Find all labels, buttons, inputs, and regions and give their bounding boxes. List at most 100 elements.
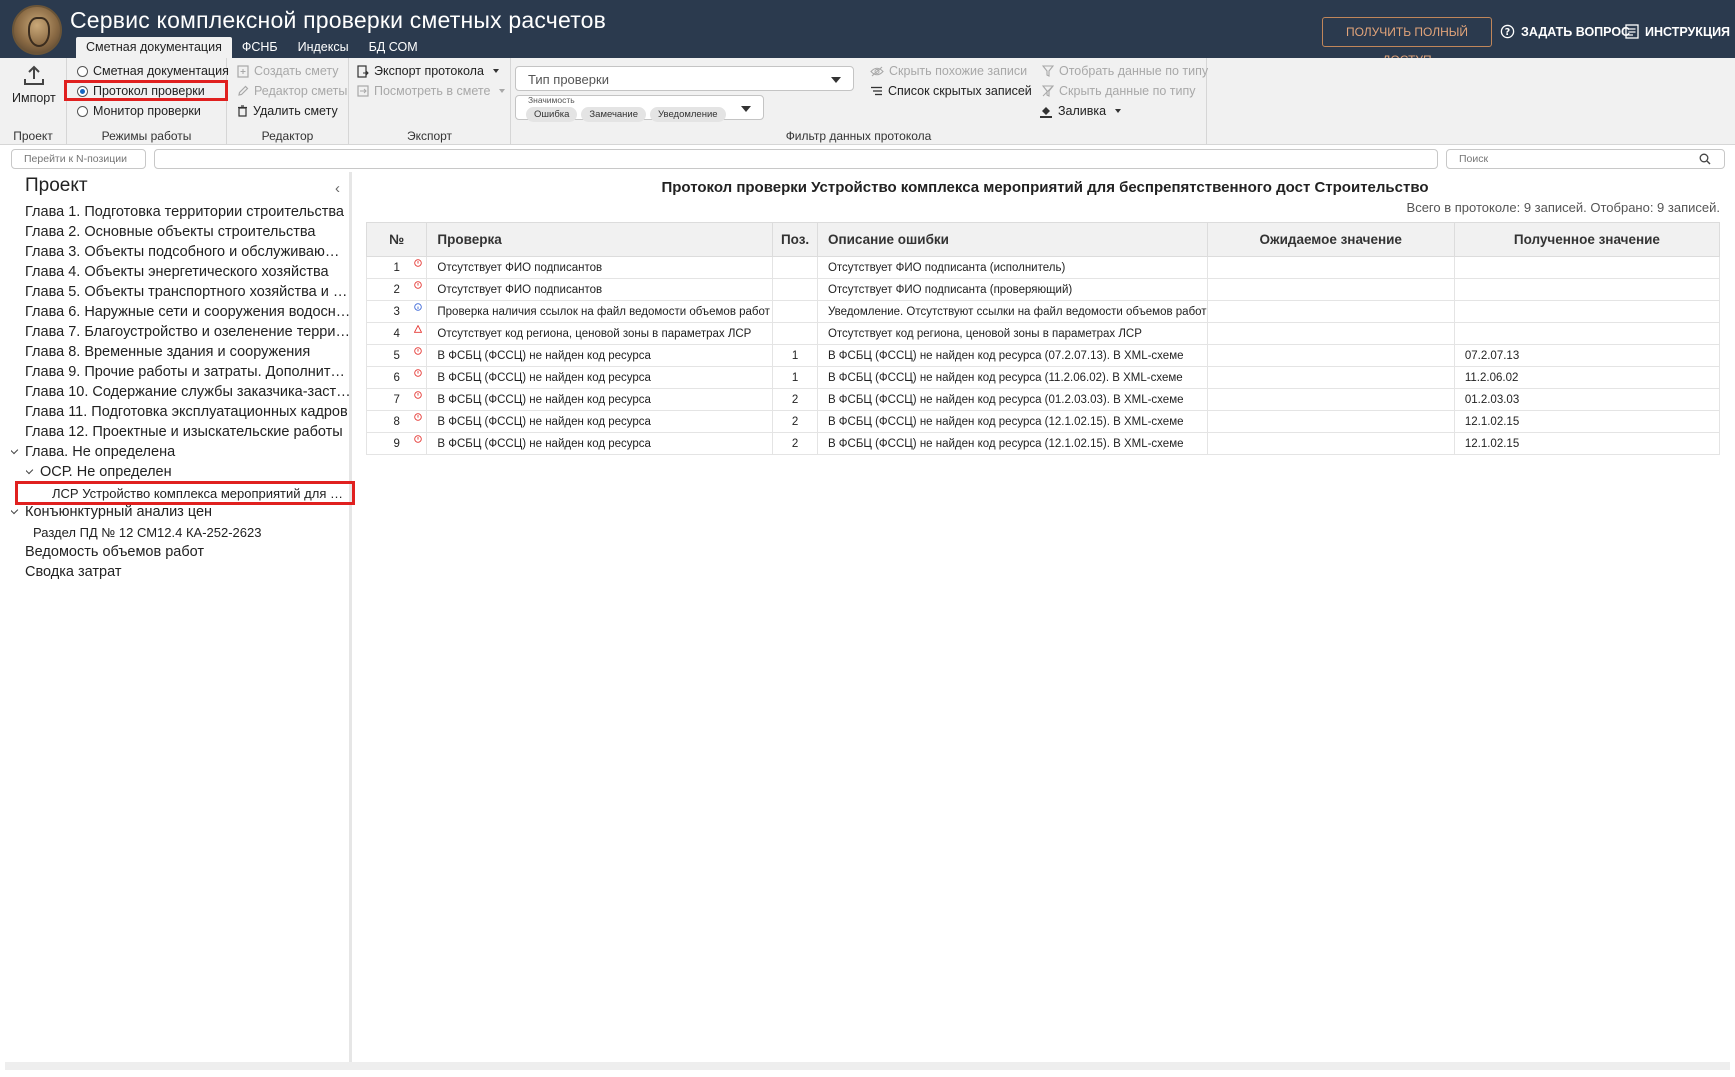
tree-market-analysis-label: Конъюнктурный анализ цен (25, 504, 213, 520)
cell-check-text: В ФСБЦ (ФССЦ) не найден код ресурса (437, 393, 651, 406)
ask-question-link[interactable]: ? ЗАДАТЬ ВОПРОС (1500, 24, 1630, 39)
table-row[interactable]: 8 В ФСБЦ (ФССЦ) не найден код ресурса 2 В Ф… (365, 410, 1721, 433)
severity-chip-remark[interactable]: Замечание (581, 107, 647, 122)
cell-description: В ФСБЦ (ФССЦ) не найден код ресурса (12.… (816, 410, 1208, 433)
table-row[interactable]: 9 В ФСБЦ (ФССЦ) не найден код ресурса 2 В Ф… (365, 432, 1721, 455)
warning-triangle-icon (414, 325, 423, 333)
radio-check-monitor[interactable] (77, 105, 88, 117)
horizontal-scrollbar[interactable] (5, 1062, 1730, 1070)
tree-chapter-8[interactable]: Глава 8. Временные здания и сооружения (25, 344, 351, 360)
tab-fsnb[interactable]: ФСНБ (232, 37, 288, 58)
tree-chapter-7[interactable]: Глава 7. Благоустройство и озеленение те… (25, 324, 351, 340)
list-icon (871, 86, 882, 96)
chevron-down-icon[interactable] (11, 505, 19, 515)
cell-expected (1206, 256, 1455, 279)
tree-chapter-12[interactable]: Глава 12. Проектные и изыскательские раб… (25, 424, 351, 440)
radio-estimate-docs[interactable] (77, 65, 88, 77)
col-header-check[interactable]: Проверка (426, 222, 774, 257)
collapse-panel-icon[interactable]: ‹ (335, 180, 340, 197)
delete-estimate-label: Удалить смету (253, 104, 338, 118)
tree-osr-undefined-label: ОСР. Не определен (40, 464, 172, 480)
fill-button[interactable]: Заливка (1039, 104, 1122, 118)
col-header-actual[interactable]: Полученное значение (1453, 222, 1721, 257)
col-header-expected[interactable]: Ожидаемое значение (1206, 222, 1455, 257)
severity-dropdown[interactable]: Значимость Ошибка Замечание Уведомление (515, 95, 764, 122)
ask-question-label: ЗАДАТЬ ВОПРОС (1521, 24, 1631, 39)
tree-chapter-1[interactable]: Глава 1. Подготовка территории строитель… (25, 204, 351, 220)
tree-chapter-2[interactable]: Глава 2. Основные объекты строительства (25, 224, 351, 240)
show-by-type-button[interactable]: Отобрать данные по типу (1042, 64, 1208, 78)
cell-check-text: Отсутствует ФИО подписантов (437, 261, 603, 274)
table-row[interactable]: 6 В ФСБЦ (ФССЦ) не найден код ресурса 1 В Ф… (365, 366, 1721, 389)
group-filter: Тип проверки Значимость Ошибка Замечание У… (511, 58, 1208, 145)
cell-position (772, 300, 818, 323)
protocol-table: № Проверка Поз. Описание ошибки Ожидаемо… (365, 222, 1721, 455)
ribbon-toolbar: Импорт Проект Сметная документация Прото… (0, 58, 1735, 145)
tab-indexes[interactable]: Индексы (288, 37, 359, 58)
col-header-number[interactable]: № (365, 222, 428, 257)
cell-position-text: 2 (791, 415, 799, 428)
table-row[interactable]: 1 Отсутствует ФИО подписантов Отсутствует … (365, 256, 1721, 279)
mode-check-monitor[interactable]: Монитор проверки (77, 104, 201, 118)
view-in-estimate-button[interactable]: Посмотреть в смете (357, 84, 506, 98)
group-label-editor: Редактор (261, 129, 314, 143)
table-row[interactable]: 7 В ФСБЦ (ФССЦ) не найден код ресурса 2 В Ф… (365, 388, 1721, 411)
tree-osr-undefined[interactable]: ОСР. Не определен (26, 464, 351, 480)
instruction-link[interactable]: ИНСТРУКЦИЯ (1625, 24, 1730, 39)
cell-description: В ФСБЦ (ФССЦ) не найден код ресурса (01.… (816, 388, 1208, 411)
cell-number-text: 4 (393, 327, 400, 340)
cell-actual (1453, 256, 1721, 279)
tab-db-som[interactable]: БД СОМ (359, 37, 428, 58)
mode-estimate-docs[interactable]: Сметная документация (77, 64, 229, 78)
create-estimate-button[interactable]: Создать смету (237, 64, 338, 78)
tab-estimate-docs[interactable]: Сметная документация (76, 37, 232, 58)
tree-chapter-11[interactable]: Глава 11. Подготовка эксплуатационных ка… (25, 404, 351, 420)
group-label-modes: Режимы работы (101, 129, 192, 143)
chevron-down-icon[interactable] (11, 445, 19, 455)
tree-chapter-5[interactable]: Глава 5. Объекты транспортного хозяйства… (25, 284, 351, 300)
get-full-access-button[interactable]: ПОЛУЧИТЬ ПОЛНЫЙ ДОСТУП (1322, 17, 1492, 67)
cell-number: 6 (365, 366, 428, 389)
tree-chapter-undefined[interactable]: Глава. Не определена (11, 444, 351, 460)
tree-chapter-10[interactable]: Глава 10. Содержание службы заказчика-за… (25, 384, 351, 400)
cell-description-text: Отсутствует код региона, ценовой зоны в … (827, 327, 1142, 340)
hide-by-type-label: Скрыть данные по типу (1059, 84, 1196, 98)
position-field[interactable] (154, 149, 1438, 169)
table-row[interactable]: 3 Проверка наличия ссылок на файл ведомос… (365, 300, 1721, 323)
tree-chapter-4[interactable]: Глава 4. Объекты энергетического хозяйст… (25, 264, 351, 280)
show-by-type-label: Отобрать данные по типу (1059, 64, 1209, 78)
tree-works-statement[interactable]: Ведомость объемов работ (25, 544, 351, 560)
col-header-position[interactable]: Поз. (772, 222, 818, 257)
severity-chip-notice[interactable]: Уведомление (650, 107, 726, 122)
goto-position-input[interactable] (11, 149, 146, 169)
check-type-dropdown[interactable]: Тип проверки (515, 66, 854, 91)
protocol-panel: Протокол проверки Устройство комплекса м… (360, 172, 1735, 1062)
tree-section[interactable]: Раздел ПД № 12 СМ12.4 КА-252-2623 (33, 525, 351, 540)
hidden-list-button[interactable]: Список скрытых записей (870, 84, 1032, 98)
tree-cost-summary[interactable]: Сводка затрат (25, 564, 351, 580)
tree-chapter-9[interactable]: Глава 9. Прочие работы и затраты. Дополн… (25, 364, 351, 380)
table-row[interactable]: 5 В ФСБЦ (ФССЦ) не найден код ресурса 1 В Ф… (365, 344, 1721, 367)
col-header-description[interactable]: Описание ошибки (816, 222, 1208, 257)
table-row[interactable]: 4 Отсутствует код региона, ценовой зоны в… (365, 322, 1721, 345)
cell-check: Отсутствует код региона, ценовой зоны в … (426, 322, 774, 345)
export-protocol-button[interactable]: Экспорт протокола (357, 64, 499, 78)
table-row[interactable]: 2 Отсутствует ФИО подписантов Отсутствует … (365, 278, 1721, 301)
import-button[interactable]: Импорт (12, 64, 56, 105)
chevron-down-icon[interactable] (26, 465, 34, 475)
cell-check: Отсутствует ФИО подписантов (426, 256, 774, 279)
severity-chip-error[interactable]: Ошибка (526, 107, 578, 122)
hide-by-type-button[interactable]: Скрыть данные по типу (1042, 84, 1196, 98)
cell-position: 2 (772, 432, 818, 455)
search-input[interactable] (1446, 149, 1725, 169)
estimate-editor-button[interactable]: Редактор сметы (237, 84, 347, 98)
cell-actual-text: 12.1.02.15 (1464, 415, 1520, 428)
search-icon[interactable] (1699, 153, 1711, 165)
tree-chapter-3[interactable]: Глава 3. Объекты подсобного и обслуживаю… (25, 244, 351, 260)
error-circle-icon (414, 435, 423, 443)
tree-chapter-6[interactable]: Глава 6. Наружные сети и сооружения водо… (25, 304, 351, 320)
cell-check-text: Проверка наличия ссылок на файл ведомост… (437, 305, 770, 318)
tree-market-analysis[interactable]: Конъюнктурный анализ цен (11, 504, 351, 520)
hide-similar-button[interactable]: Скрыть похожие записи (870, 64, 1027, 78)
delete-estimate-button[interactable]: Удалить смету (237, 104, 338, 118)
